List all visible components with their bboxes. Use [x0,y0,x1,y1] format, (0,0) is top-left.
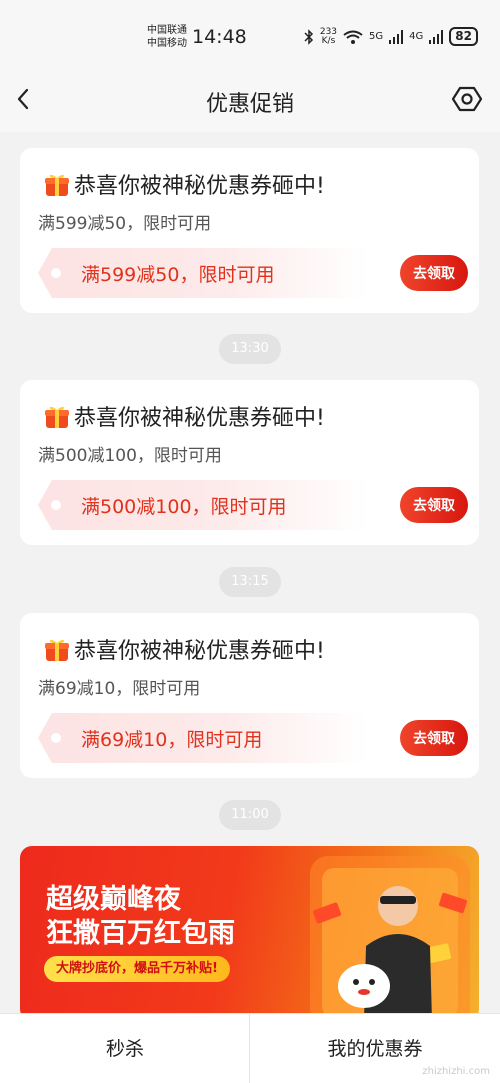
card-title-text: 恭喜你被神秘优惠券砸中! [74,639,325,664]
wifi-icon [343,30,363,44]
card-title-text: 恭喜你被神秘优惠券砸中! [74,174,325,199]
net-4g-label: 4G [409,31,424,42]
claim-button[interactable]: 去领取 [400,720,468,756]
gift-icon [45,174,69,196]
gift-icon [45,406,69,428]
status-clock: 14:48 [192,26,247,48]
claim-button[interactable]: 去领取 [400,255,468,291]
carrier-1: 中国联通 [147,25,187,36]
coupon-text: 满69减10，限时可用 [81,729,263,751]
claim-button[interactable]: 去领取 [400,487,468,523]
net-5g-label: 5G [369,31,384,42]
coupon-dot [51,733,61,743]
speed-unit: K/s [321,35,336,46]
status-icons: 233 K/s 5G 4G 82 [304,27,478,46]
signal-4g-icon [429,29,444,44]
status-bar: 中国联通 中国移动 14:48 233 K/s 5G 4G 82 [0,0,500,70]
timestamp-pill: 11:00 [219,800,281,830]
coupon-message-card: 恭喜你被神秘优惠券砸中! 满500减100，限时可用 满500减100，限时可用… [20,380,479,545]
tab-flash-sale[interactable]: 秒杀 [0,1014,250,1083]
carrier-2: 中国移动 [147,38,187,49]
coupon-message-card: 恭喜你被神秘优惠券砸中! 满599减50，限时可用 满599减50，限时可用 去… [20,148,479,313]
battery-icon: 82 [449,27,478,46]
card-subtitle: 满500减100，限时可用 [38,446,222,466]
coupon-strip: 满500减100，限时可用 去领取 [38,480,468,530]
page-title: 优惠促销 [205,92,294,117]
carrier-labels: 中国联通 中国移动 [147,24,187,50]
card-subtitle: 满599减50，限时可用 [38,214,212,234]
coupon-dot [51,500,61,510]
card-title: 恭喜你被神秘优惠券砸中! [43,633,325,665]
navigation-bar: 优惠促销 [0,70,500,132]
banner-tag: 大牌抄底价，爆品千万补贴! [44,956,230,982]
promo-banner[interactable]: 超级巅峰夜 狂撒百万红包雨 大牌抄底价，爆品千万补贴! [20,846,479,1021]
card-title: 恭喜你被神秘优惠券砸中! [43,400,325,432]
coupon-dot [51,268,61,278]
timestamp-pill: 13:30 [219,334,281,364]
banner-headline-1: 超级巅峰夜 [46,884,181,915]
bluetooth-icon [304,28,313,45]
banner-illustration [310,856,470,1021]
coupon-text: 满500减100，限时可用 [81,496,287,518]
coupon-message-card: 恭喜你被神秘优惠券砸中! 满69减10，限时可用 满69减10，限时可用 去领取 [20,613,479,778]
bottom-bar: 秒杀 我的优惠券 zhizhizhi.com [0,1013,500,1083]
gear-icon[interactable] [452,84,482,114]
coupon-strip: 满69减10，限时可用 去领取 [38,713,468,763]
timestamp-pill: 13:15 [219,567,281,597]
network-speed: 233 K/s [320,27,337,46]
coupon-text: 满599减50，限时可用 [81,264,275,286]
watermark: zhizhizhi.com [422,1066,490,1077]
card-subtitle: 满69减10，限时可用 [38,679,201,699]
card-title-text: 恭喜你被神秘优惠券砸中! [74,406,325,431]
banner-headline-2: 狂撒百万红包雨 [46,918,235,949]
card-title: 恭喜你被神秘优惠券砸中! [43,168,325,200]
gift-icon [45,639,69,661]
signal-5g-icon [389,29,404,44]
coupon-strip: 满599减50，限时可用 去领取 [38,248,468,298]
